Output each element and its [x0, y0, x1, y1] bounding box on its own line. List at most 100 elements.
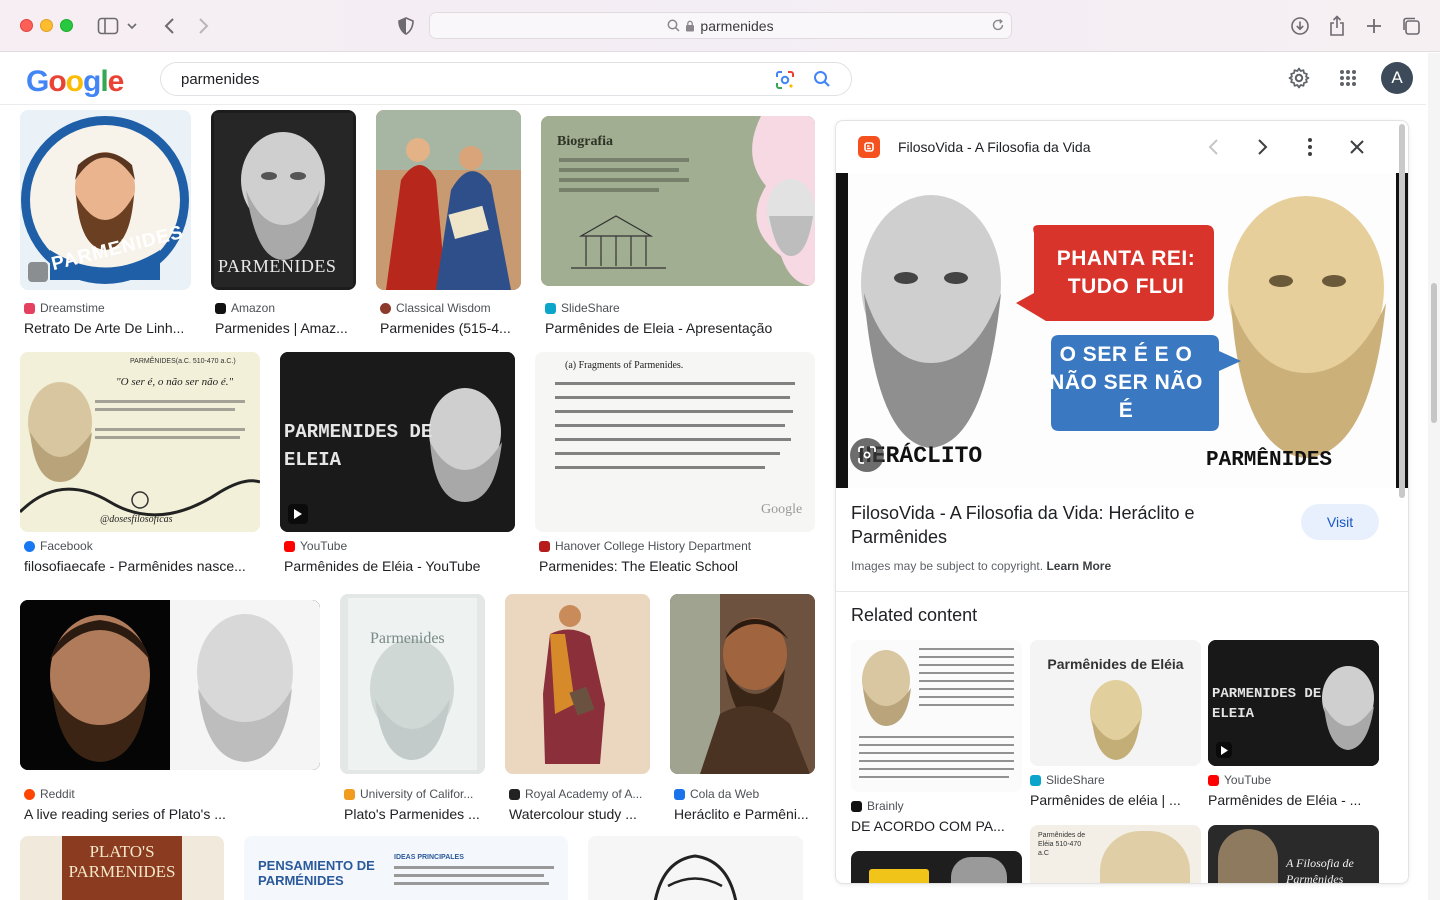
- result-thumbnail[interactable]: PLATO'S PARMENIDES: [20, 836, 224, 900]
- result-thumbnail[interactable]: PARMENIDES: [20, 110, 191, 290]
- image-preview-panel: FilosoVida - A Filosofia da Vida PHANTA …: [835, 120, 1409, 884]
- favicon: [344, 788, 355, 800]
- brainly-icon: [851, 800, 862, 812]
- blogger-icon: [858, 136, 880, 158]
- search-icon[interactable]: [813, 70, 831, 92]
- result-thumbnail[interactable]: (a) Fragments of Parmenides. Google: [535, 352, 815, 532]
- sidebar-toggle-icon[interactable]: [96, 14, 120, 38]
- gear-icon[interactable]: [1288, 67, 1310, 94]
- more-options-icon[interactable]: [1300, 135, 1320, 164]
- related-source: Brainly: [867, 799, 904, 813]
- result-source: Cola da Web: [690, 787, 760, 801]
- thumbnail-text: Parmênides de Eléia 510-470 a.C: [1038, 832, 1086, 857]
- visit-button[interactable]: Visit: [1301, 504, 1379, 540]
- image-results-grid: PARMENIDES Dreamstime Retrato De Arte De…: [0, 106, 830, 900]
- page-scrollbar-thumb[interactable]: [1431, 283, 1437, 423]
- favicon: [539, 540, 550, 552]
- result-title[interactable]: Parmenides: The Eleatic School: [539, 558, 815, 574]
- search-icon: [667, 19, 680, 32]
- result-thumbnail[interactable]: [376, 110, 521, 290]
- panel-site-name[interactable]: FilosoVida - A Filosofia da Vida: [898, 139, 1091, 155]
- result-title[interactable]: Parmênides de Eléia - YouTube: [284, 558, 515, 574]
- google-lens-icon[interactable]: [775, 70, 795, 94]
- favicon: [380, 302, 391, 314]
- tab-overview-icon[interactable]: [1399, 14, 1423, 38]
- result-title[interactable]: A live reading series of Plato's ...: [24, 806, 320, 822]
- result-thumbnail[interactable]: PARMENIDES DE ELEIA: [280, 352, 515, 532]
- result-thumbnail[interactable]: Parmenides: [340, 594, 485, 774]
- thumbnail-text: PARMÊNIDES(a.C. 510-470 a.C.): [130, 358, 236, 365]
- forward-icon[interactable]: [192, 14, 216, 38]
- chevron-left-icon[interactable]: [1204, 135, 1224, 164]
- address-bar[interactable]: parmenides: [429, 12, 1012, 39]
- result-title[interactable]: Heráclito e Parmêni...: [674, 806, 815, 822]
- downloads-icon[interactable]: [1288, 14, 1312, 38]
- facebook-icon: [24, 540, 35, 552]
- panel-scrollbar[interactable]: [1399, 124, 1405, 498]
- thumbnail-text: Biografia: [557, 134, 613, 149]
- result-thumbnail[interactable]: PENSAMIENTO DE PARMÉNIDES IDEAS PRINCIPA…: [244, 836, 568, 900]
- google-header: Google parmenides A: [0, 53, 1426, 105]
- result-thumbnail[interactable]: PARMÊNIDES(a.C. 510-470 a.C.) "O ser é, …: [20, 352, 260, 532]
- privacy-shield-icon[interactable]: [394, 14, 418, 38]
- result-thumbnail[interactable]: [670, 594, 815, 774]
- thumbnail-text: PARMENIDES DE ELEIA: [1212, 686, 1322, 722]
- zoom-window-button[interactable]: [60, 19, 73, 32]
- result-title[interactable]: Parmenides (515-4...: [380, 320, 521, 336]
- result-source: SlideShare: [561, 301, 620, 315]
- close-window-button[interactable]: [20, 19, 33, 32]
- related-title[interactable]: Parmênides de Eléia - ...: [1208, 792, 1379, 808]
- result-title[interactable]: filosofiaecafe - Parmênides nasce...: [24, 558, 260, 574]
- lens-search-icon[interactable]: [850, 438, 884, 472]
- result-source: Hanover College History Department: [555, 539, 752, 553]
- share-icon[interactable]: [1325, 14, 1349, 38]
- apps-grid-icon[interactable]: [1339, 69, 1357, 92]
- thumbnail-text: Parmenides: [370, 630, 445, 647]
- youtube-icon: [284, 540, 295, 552]
- back-icon[interactable]: [157, 14, 181, 38]
- result-thumbnail[interactable]: [20, 600, 320, 770]
- image-label: PARMÊNIDES: [1206, 449, 1333, 472]
- related-thumbnail[interactable]: Parmênides de Eléia: [1030, 640, 1201, 766]
- page-scrollbar[interactable]: [1428, 53, 1440, 900]
- thumbnail-text: IDEAS PRINCIPALES: [394, 854, 464, 861]
- result-thumbnail[interactable]: [505, 594, 650, 774]
- reload-icon[interactable]: [991, 18, 1005, 35]
- related-thumbnail[interactable]: [851, 851, 1022, 883]
- result-title[interactable]: Retrato De Arte De Linh...: [24, 320, 191, 336]
- result-thumbnail[interactable]: [588, 836, 803, 900]
- preview-image[interactable]: PHANTA REI: TUDO FLUI O SER É E O NÃO SE…: [836, 173, 1408, 488]
- search-input[interactable]: parmenides: [160, 62, 852, 96]
- thumbnail-text: PARMENIDES DE ELEIA: [284, 421, 433, 471]
- related-thumbnail[interactable]: [851, 640, 1022, 792]
- google-logo[interactable]: Google: [26, 65, 124, 99]
- related-title[interactable]: Parmênides de eléia | ...: [1030, 792, 1201, 808]
- result-title[interactable]: Plato's Parmenides ...: [344, 806, 485, 822]
- favicon: [24, 302, 35, 314]
- result-title[interactable]: Parmenides | Amaz...: [215, 320, 356, 336]
- related-title[interactable]: DE ACORDO COM PA...: [851, 818, 1022, 834]
- image-icon: [28, 262, 48, 282]
- chevron-right-icon[interactable]: [1252, 135, 1272, 164]
- result-title[interactable]: Parmênides de Eleia - Apresentação: [545, 320, 815, 336]
- result-thumbnail[interactable]: Biografia: [541, 116, 815, 286]
- thumbnail-text: (a) Fragments of Parmenides.: [565, 360, 684, 371]
- minimize-window-button[interactable]: [40, 19, 53, 32]
- close-icon[interactable]: [1347, 135, 1367, 164]
- related-thumbnail[interactable]: A Filosofia de Parmênides: [1208, 825, 1379, 883]
- related-thumbnail[interactable]: PARMENIDES DE ELEIA: [1208, 640, 1379, 766]
- result-thumbnail[interactable]: PARMENIDES: [211, 110, 356, 290]
- new-tab-icon[interactable]: [1362, 14, 1386, 38]
- result-source: Classical Wisdom: [396, 301, 491, 315]
- learn-more-link[interactable]: Learn More: [1046, 559, 1111, 573]
- related-thumbnail[interactable]: Parmênides de Eléia 510-470 a.C: [1030, 825, 1201, 883]
- result-source: Facebook: [40, 539, 93, 553]
- preview-title[interactable]: FilosoVida - A Filosofia da Vida: Herácl…: [851, 501, 1271, 549]
- result-source: Royal Academy of A...: [525, 787, 643, 801]
- favicon: [674, 788, 685, 800]
- reddit-icon: [24, 788, 35, 800]
- chevron-down-icon[interactable]: [124, 14, 140, 38]
- result-title[interactable]: Watercolour study ...: [509, 806, 650, 822]
- thumbnail-text: Google: [761, 502, 803, 517]
- avatar[interactable]: A: [1381, 62, 1413, 94]
